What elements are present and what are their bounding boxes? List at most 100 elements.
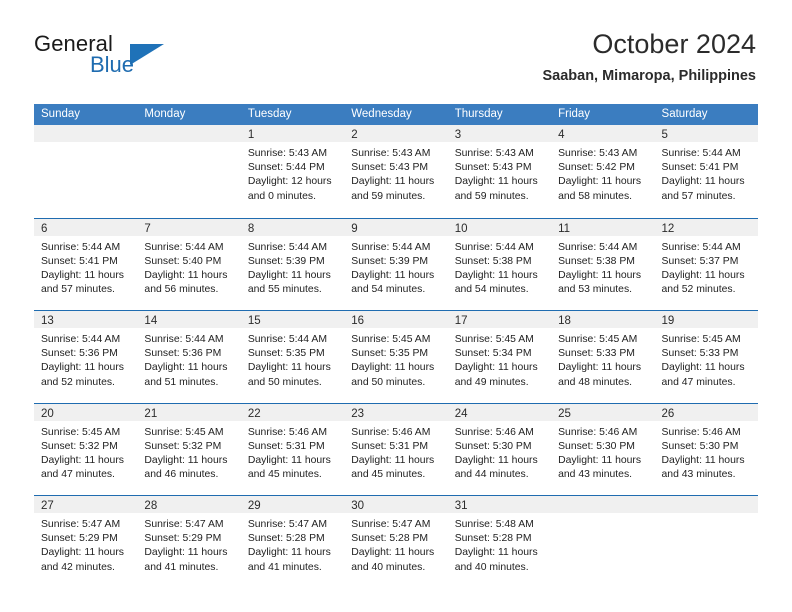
daylight-text-line1: Daylight: 11 hours [558, 362, 642, 374]
daylight-text-line1: Daylight: 11 hours [558, 269, 642, 281]
calendar-week-row: 27 Sunrise: 5:47 AM Sunset: 5:29 PM Dayligh… [34, 495, 758, 588]
daylight-text-line1: Daylight: 12 hours [247, 176, 332, 188]
day-details: Sunrise: 5:44 AM Sunset: 5:38 PM Daylight:… [551, 236, 654, 298]
weekday-header-tuesday: Tuesday [247, 108, 292, 120]
day-details: Sunrise: 5:44 AM Sunset: 5:39 PM Daylight:… [241, 236, 344, 298]
day-number-band: 17 [447, 311, 552, 328]
calendar-day-cell[interactable]: 9 Sunrise: 5:44 AM Sunset: 5:39 PM Daylight… [344, 218, 448, 310]
daylight-text-line2: and 48 minutes. [558, 376, 633, 388]
calendar-day-cell[interactable]: 14 Sunrise: 5:44 AM Sunset: 5:36 PM Dayligh… [137, 311, 241, 403]
day-number: 11 [558, 222, 571, 235]
calendar-day-cell[interactable]: 30 Sunrise: 5:47 AM Sunset: 5:28 PM Dayligh… [344, 496, 448, 588]
daylight-text-line2: and 49 minutes. [454, 376, 529, 388]
day-number-band: 4 [551, 125, 655, 142]
daylight-text-line1: Daylight: 11 hours [351, 362, 435, 374]
general-blue-logo[interactable]: General Blue [34, 32, 204, 84]
daylight-text-line1: Daylight: 11 hours [144, 362, 228, 374]
weekday-header-sunday: Sunday [41, 108, 81, 120]
location-subtitle: Saaban, Mimaropa, Philippines [542, 68, 756, 84]
calendar-day-cell[interactable]: 24 Sunrise: 5:46 AM Sunset: 5:30 PM Dayligh… [447, 403, 552, 495]
calendar-day-cell[interactable]: 3 Sunrise: 5:43 AM Sunset: 5:43 PM Daylight… [447, 125, 552, 218]
calendar-day-cell[interactable]: 26 Sunrise: 5:46 AM Sunset: 5:30 PM Dayligh… [654, 403, 758, 495]
calendar-day-cell[interactable]: 19 Sunrise: 5:45 AM Sunset: 5:33 PM Dayligh… [654, 311, 758, 403]
sunset-text: Sunset: 5:43 PM [351, 162, 429, 174]
day-number-band: 15 [240, 311, 345, 328]
daylight-text-line1: Daylight: 11 hours [661, 176, 745, 188]
day-number-band: 5 [654, 125, 758, 142]
day-number: 20 [41, 407, 54, 420]
day-number-band: 22 [240, 403, 345, 421]
calendar-day-cell[interactable]: 1 Sunrise: 5:43 AM Sunset: 5:44 PM Daylight… [240, 125, 345, 218]
calendar-day-cell[interactable]: 31 Sunrise: 5:48 AM Sunset: 5:28 PM Dayligh… [447, 496, 552, 588]
calendar-day-cell[interactable]: 11 Sunrise: 5:44 AM Sunset: 5:38 PM Dayligh… [551, 218, 655, 310]
day-details: Sunrise: 5:44 AM Sunset: 5:38 PM Daylight:… [448, 236, 551, 298]
calendar-day-cell[interactable]: 5 Sunrise: 5:44 AM Sunset: 5:41 PM Daylight… [654, 125, 758, 218]
sunset-text: Sunset: 5:38 PM [454, 255, 532, 267]
day-details: Sunrise: 5:45 AM Sunset: 5:33 PM Daylight:… [551, 328, 654, 390]
calendar-week-row: 6 Sunrise: 5:44 AM Sunset: 5:41 PM Daylight… [34, 217, 758, 310]
calendar-day-cell[interactable]: 22 Sunrise: 5:46 AM Sunset: 5:31 PM Dayligh… [240, 403, 345, 495]
calendar-day-cell[interactable]: 20 Sunrise: 5:45 AM Sunset: 5:32 PM Dayligh… [34, 403, 138, 495]
calendar-day-cell-empty [137, 125, 241, 218]
day-number-band [34, 125, 138, 142]
day-number: 1 [247, 129, 255, 141]
calendar-day-cell[interactable]: 21 Sunrise: 5:45 AM Sunset: 5:32 PM Dayligh… [137, 403, 241, 495]
calendar-day-cell[interactable]: 12 Sunrise: 5:44 AM Sunset: 5:37 PM Dayligh… [654, 218, 758, 310]
sunrise-text: Sunrise: 5:46 AM [661, 426, 741, 438]
daylight-text-line1: Daylight: 11 hours [41, 362, 124, 374]
daylight-text-line1: Daylight: 11 hours [247, 362, 331, 374]
daylight-text-line1: Daylight: 11 hours [41, 547, 124, 559]
day-number-band: 19 [654, 311, 758, 328]
day-number-band: 6 [34, 218, 138, 236]
calendar-day-cell-empty [654, 496, 758, 588]
calendar-day-cell[interactable]: 10 Sunrise: 5:44 AM Sunset: 5:38 PM Dayligh… [447, 218, 552, 310]
day-number: 17 [454, 315, 468, 327]
calendar-day-cell[interactable]: 7 Sunrise: 5:44 AM Sunset: 5:40 PM Daylight… [137, 218, 241, 310]
calendar-day-cell[interactable]: 6 Sunrise: 5:44 AM Sunset: 5:41 PM Daylight… [34, 218, 138, 310]
daylight-text-line1: Daylight: 11 hours [454, 547, 538, 559]
sunrise-text: Sunrise: 5:43 AM [558, 148, 638, 159]
day-number: 15 [247, 315, 261, 327]
sunset-text: Sunset: 5:44 PM [247, 162, 325, 174]
calendar-day-cell[interactable]: 17 Sunrise: 5:45 AM Sunset: 5:34 PM Dayligh… [447, 311, 552, 403]
sunrise-text: Sunrise: 5:43 AM [247, 148, 327, 159]
calendar-day-cell[interactable]: 27 Sunrise: 5:47 AM Sunset: 5:29 PM Dayligh… [34, 496, 138, 588]
day-number-band: 12 [654, 218, 758, 236]
sunset-text: Sunset: 5:33 PM [558, 348, 635, 360]
day-number: 19 [661, 315, 675, 327]
calendar-day-cell[interactable]: 16 Sunrise: 5:45 AM Sunset: 5:35 PM Dayligh… [344, 311, 448, 403]
daylight-text-line2: and 59 minutes. [454, 190, 529, 202]
calendar-day-cell[interactable]: 13 Sunrise: 5:44 AM Sunset: 5:36 PM Dayligh… [34, 311, 138, 403]
day-number-band: 9 [344, 218, 448, 236]
calendar-day-cell[interactable]: 2 Sunrise: 5:43 AM Sunset: 5:43 PM Daylight… [344, 125, 448, 218]
calendar-day-cell[interactable]: 4 Sunrise: 5:43 AM Sunset: 5:42 PM Daylight… [551, 125, 655, 218]
calendar-day-cell[interactable]: 15 Sunrise: 5:44 AM Sunset: 5:35 PM Dayligh… [240, 311, 345, 403]
day-number: 14 [144, 315, 158, 327]
day-details: Sunrise: 5:45 AM Sunset: 5:32 PM Daylight:… [137, 421, 240, 483]
calendar-day-cell[interactable]: 18 Sunrise: 5:45 AM Sunset: 5:33 PM Dayligh… [551, 311, 655, 403]
daylight-text-line1: Daylight: 11 hours [454, 454, 538, 466]
day-details: Sunrise: 5:44 AM Sunset: 5:41 PM Daylight:… [655, 142, 758, 204]
sunrise-text: Sunrise: 5:46 AM [351, 426, 431, 438]
sunset-text: Sunset: 5:41 PM [661, 162, 739, 174]
sunset-text: Sunset: 5:39 PM [247, 255, 325, 267]
day-number-band: 21 [137, 403, 241, 421]
daylight-text-line1: Daylight: 11 hours [41, 454, 124, 466]
calendar-day-cell[interactable]: 8 Sunrise: 5:44 AM Sunset: 5:39 PM Daylight… [240, 218, 345, 310]
sunset-text: Sunset: 5:33 PM [661, 348, 739, 360]
day-number-band: 25 [551, 403, 655, 421]
daylight-text-line1: Daylight: 11 hours [144, 547, 228, 559]
weekday-header-thursday: Thursday [454, 108, 503, 120]
calendar-day-cell[interactable]: 25 Sunrise: 5:46 AM Sunset: 5:30 PM Dayligh… [551, 403, 655, 495]
day-number: 23 [351, 407, 365, 420]
day-number: 18 [558, 315, 571, 327]
sunrise-text: Sunrise: 5:44 AM [454, 241, 534, 253]
calendar-day-cell[interactable]: 28 Sunrise: 5:47 AM Sunset: 5:29 PM Dayligh… [137, 496, 241, 588]
day-details: Sunrise: 5:45 AM Sunset: 5:32 PM Daylight:… [34, 421, 137, 483]
calendar-day-cell[interactable]: 23 Sunrise: 5:46 AM Sunset: 5:31 PM Dayligh… [344, 403, 448, 495]
title-block: October 2024 Saaban, Mimaropa, Philippin… [256, 28, 756, 86]
calendar-day-cell[interactable]: 29 Sunrise: 5:47 AM Sunset: 5:28 PM Dayligh… [240, 496, 345, 588]
sunset-text: Sunset: 5:32 PM [41, 440, 118, 452]
day-number: 5 [661, 129, 668, 141]
daylight-text-line1: Daylight: 11 hours [454, 269, 538, 281]
